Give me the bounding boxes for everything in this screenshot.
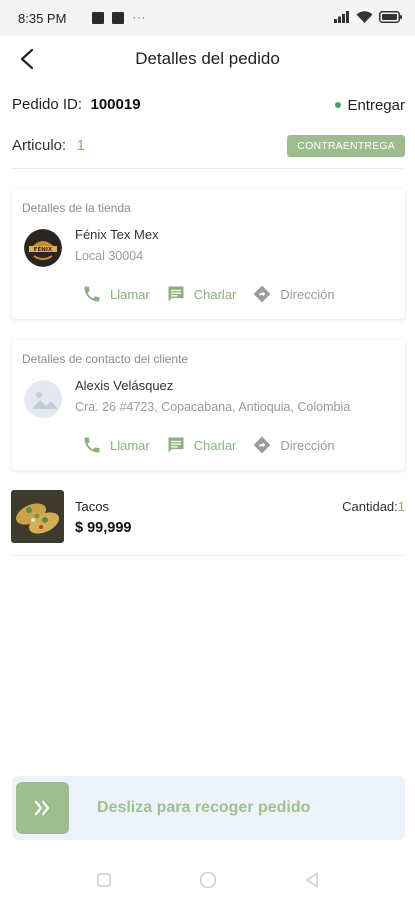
store-call-button[interactable]: Llamar [82, 284, 150, 304]
store-chat-label: Charlar [193, 286, 237, 302]
client-call-button[interactable]: Llamar [82, 435, 150, 455]
client-details-card: Detalles de contacto del cliente Alexis … [12, 340, 405, 470]
notification-square-icon [92, 12, 105, 24]
back-icon [305, 872, 318, 888]
directions-icon [254, 285, 271, 303]
back-button[interactable] [12, 44, 42, 74]
payment-badge: CONTRAENTREGA [287, 135, 405, 157]
order-id-row: Pedido ID: 100019 Entregar [12, 92, 405, 118]
store-directions-label: Dirección [280, 286, 335, 302]
home-icon [199, 871, 216, 889]
quantity-label: Cantidad: [342, 499, 398, 514]
more-dots-icon: ··· [132, 12, 147, 24]
client-directions-label: Dirección [280, 437, 335, 453]
home-button[interactable] [196, 868, 220, 892]
image-placeholder-icon [24, 380, 62, 418]
phone-icon [84, 437, 100, 453]
recent-apps-icon [96, 873, 111, 887]
wifi-icon [356, 10, 373, 26]
status-time: 8:35 PM [18, 10, 67, 26]
order-status-label: Entregar [347, 96, 405, 114]
store-logo-text: FÉNIX [34, 245, 53, 253]
page-title: Detalles del pedido [135, 49, 280, 68]
pickup-slider[interactable]: Desliza para recoger pedido [12, 776, 405, 840]
slider-label: Desliza para recoger pedido [97, 799, 311, 816]
product-image [11, 490, 64, 543]
client-name: Alexis Velásquez [75, 378, 174, 393]
article-row: Articulo: 1 CONTRAENTREGA [12, 133, 405, 159]
store-chat-button[interactable]: Charlar [166, 284, 237, 304]
signal-icon [334, 10, 350, 26]
store-actions: Llamar Charlar Dirección [82, 284, 335, 304]
status-bar: 8:35 PM ··· [0, 0, 415, 36]
back-arrow-icon [20, 48, 34, 70]
app-bar: Detalles del pedido [0, 36, 415, 82]
quantity-value: 1 [397, 499, 405, 514]
client-address: Cra. 26 #4723, Copacabana, Antioquia, Co… [75, 400, 351, 414]
directions-icon [254, 436, 271, 454]
order-id-label: Pedido ID: [12, 96, 83, 113]
client-call-label: Llamar [110, 437, 150, 453]
chat-icon [168, 437, 184, 453]
divider [12, 168, 405, 169]
store-address: Local 30004 [75, 249, 144, 263]
store-logo: FÉNIX [24, 229, 62, 267]
store-card-title: Detalles de la tienda [22, 201, 131, 215]
battery-icon [379, 10, 403, 26]
slider-handle[interactable] [16, 782, 69, 834]
store-call-label: Llamar [110, 286, 150, 302]
product-price: $ 99,999 [75, 520, 132, 536]
store-directions-button[interactable]: Dirección [252, 284, 335, 304]
client-directions-button[interactable]: Dirección [252, 435, 335, 455]
store-details-card: Detalles de la tienda FÉNIX Fénix Tex Me… [12, 189, 405, 319]
status-dot-icon [335, 102, 342, 108]
chat-icon [168, 286, 184, 302]
order-status: Entregar [335, 97, 405, 114]
notification-square-icon [112, 12, 125, 24]
client-chat-label: Charlar [193, 437, 237, 453]
client-chat-button[interactable]: Charlar [166, 435, 237, 455]
order-id-value: 100019 [90, 96, 141, 113]
product-quantity: Cantidad:1 [342, 499, 405, 514]
client-actions: Llamar Charlar Dirección [82, 435, 335, 455]
system-nav-bar [0, 860, 415, 900]
double-chevron-right-icon [34, 800, 49, 816]
product-row: Tacos $ 99,999 Cantidad:1 [11, 490, 405, 546]
divider [11, 555, 405, 556]
article-count: 1 [76, 137, 85, 154]
client-card-title: Detalles de contacto del cliente [22, 352, 189, 366]
store-name: Fénix Tex Mex [75, 227, 159, 242]
recent-apps-button[interactable] [92, 868, 116, 892]
client-avatar [24, 380, 62, 418]
product-name: Tacos [75, 499, 109, 514]
system-back-button[interactable] [300, 868, 324, 892]
article-label: Articulo: [12, 137, 67, 154]
phone-icon [84, 286, 100, 302]
